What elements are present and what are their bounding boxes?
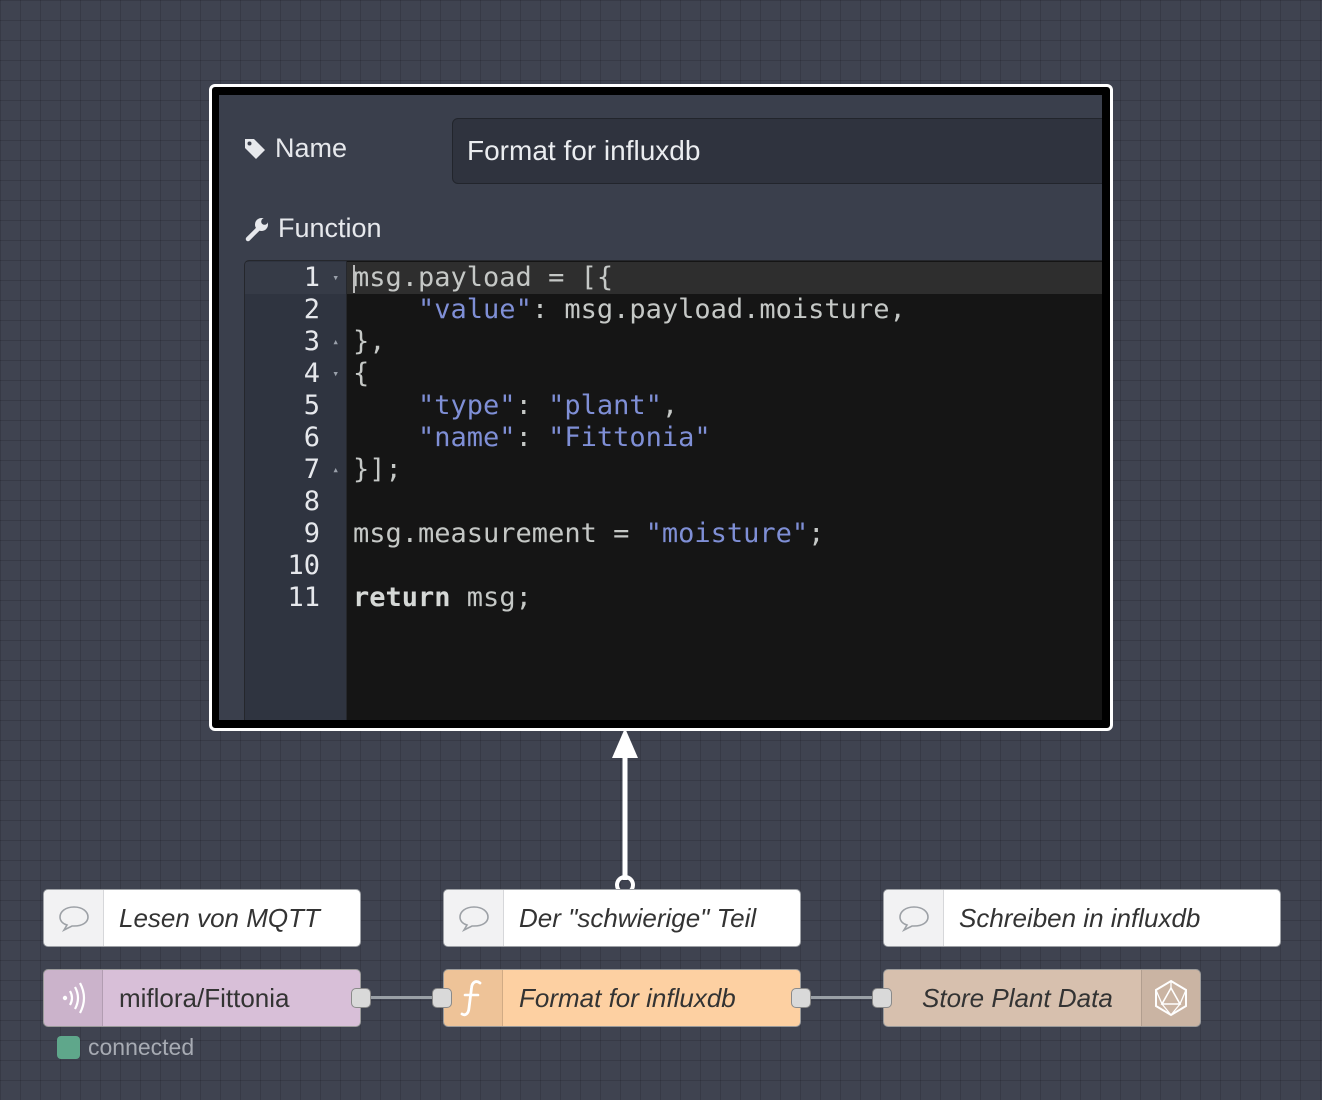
comment-icon-box <box>44 890 104 946</box>
line-number: 6 <box>245 422 346 454</box>
mqtt-output-port[interactable] <box>351 988 371 1008</box>
code-line: return msg; <box>353 582 532 613</box>
function-label: Function <box>278 213 382 243</box>
function-input-port[interactable] <box>432 988 452 1008</box>
line-number: 10 <box>245 550 346 582</box>
influxdb-icon <box>1155 979 1187 1017</box>
function-icon-box <box>444 970 503 1026</box>
line-number-text: 7 <box>303 454 320 485</box>
status-indicator-icon <box>57 1036 80 1059</box>
line-number: 8 <box>245 486 346 518</box>
code-line: "name": "Fittonia" <box>418 422 711 453</box>
line-number-text: 6 <box>303 422 320 453</box>
comment-icon <box>898 906 929 932</box>
line-number-text: 11 <box>287 582 320 613</box>
line-number-text: 3 <box>303 326 320 357</box>
function-node-label: Format for influxdb <box>519 982 736 1013</box>
comment-label: Lesen von MQTT <box>119 902 320 933</box>
line-number-text: 8 <box>303 486 320 517</box>
code-editor[interactable]: 1 ▾ 2 3 ▴ 4 ▾ 5 6 7 ▴ 8 9 10 11 msg.payload = [{ "valu… <box>244 260 1102 720</box>
line-number: 7 ▴ <box>245 454 346 486</box>
code-line: { <box>353 358 370 389</box>
line-number-text: 2 <box>303 294 320 325</box>
name-label-row: Name <box>243 133 347 164</box>
comment-node-schwierige-teil[interactable]: Der "schwierige" Teil <box>443 889 801 947</box>
name-input[interactable]: Format for influxdb <box>452 118 1102 184</box>
line-number: 3 ▴ <box>245 326 346 358</box>
fold-toggle-icon[interactable]: ▴ <box>332 454 339 486</box>
line-number-text: 5 <box>303 390 320 421</box>
line-number: 2 <box>245 294 346 326</box>
influxdb-out-node[interactable]: Store Plant Data <box>883 969 1201 1027</box>
function-editor-panel: Name Format for influxdb Function 1 ▾ 2 3 ▴ 4… <box>219 95 1102 720</box>
comment-node-schreiben-in-influxdb[interactable]: Schreiben in influxdb <box>883 889 1281 947</box>
fold-toggle-icon[interactable]: ▾ <box>332 358 339 390</box>
line-number: 5 <box>245 390 346 422</box>
line-number: 11 <box>245 582 346 614</box>
influxdb-icon-box <box>1141 970 1200 1026</box>
line-number-text: 9 <box>303 518 320 549</box>
code-line: }]; <box>353 454 402 485</box>
tag-icon <box>245 138 265 159</box>
name-input-value: Format for influxdb <box>467 135 701 166</box>
comment-icon-box <box>884 890 944 946</box>
wrench-icon <box>245 217 268 241</box>
mqtt-icon-box <box>44 970 103 1026</box>
function-output-port[interactable] <box>791 988 811 1008</box>
comment-icon <box>58 906 89 932</box>
influx-node-label: Store Plant Data <box>922 982 1113 1013</box>
name-label: Name <box>275 133 348 163</box>
fold-toggle-icon[interactable]: ▾ <box>332 262 339 294</box>
line-number: 4 ▾ <box>245 358 346 390</box>
influx-input-port[interactable] <box>872 988 892 1008</box>
line-number-text: 1 <box>303 262 320 293</box>
code-line: "type": "plant", <box>418 390 679 421</box>
mqtt-wave-icon <box>62 982 86 1014</box>
comment-icon-box <box>444 890 504 946</box>
status-text: connected <box>88 1034 195 1060</box>
text-cursor <box>353 265 355 293</box>
comment-node-lesen-von-mqtt[interactable]: Lesen von MQTT <box>43 889 361 947</box>
function-node[interactable]: Format for influxdb <box>443 969 801 1027</box>
code-line: msg.measurement = "moisture"; <box>353 518 825 549</box>
mqtt-in-node[interactable]: miflora/Fittonia <box>43 969 361 1027</box>
mqtt-node-label: miflora/Fittonia <box>119 982 290 1013</box>
comment-icon <box>458 906 489 932</box>
line-number-text: 10 <box>287 550 320 581</box>
mqtt-status: connected <box>57 1034 194 1061</box>
line-number-text: 4 <box>303 358 320 389</box>
function-label-row: Function <box>244 213 382 244</box>
code-line: msg.payload = [{ <box>353 262 614 293</box>
line-number: 9 <box>245 518 346 550</box>
comment-label: Schreiben in influxdb <box>959 902 1201 933</box>
line-number: 1 ▾ <box>245 262 346 294</box>
code-line: }, <box>353 326 386 357</box>
comment-label: Der "schwierige" Teil <box>519 902 757 933</box>
fold-toggle-icon[interactable]: ▴ <box>332 326 339 358</box>
pointer-arrow <box>612 728 638 895</box>
function-icon <box>460 980 482 1017</box>
line-number-gutter: 1 ▾ 2 3 ▴ 4 ▾ 5 6 7 ▴ 8 9 10 11 <box>245 261 347 720</box>
code-line: "value": msg.payload.moisture, <box>418 294 906 325</box>
